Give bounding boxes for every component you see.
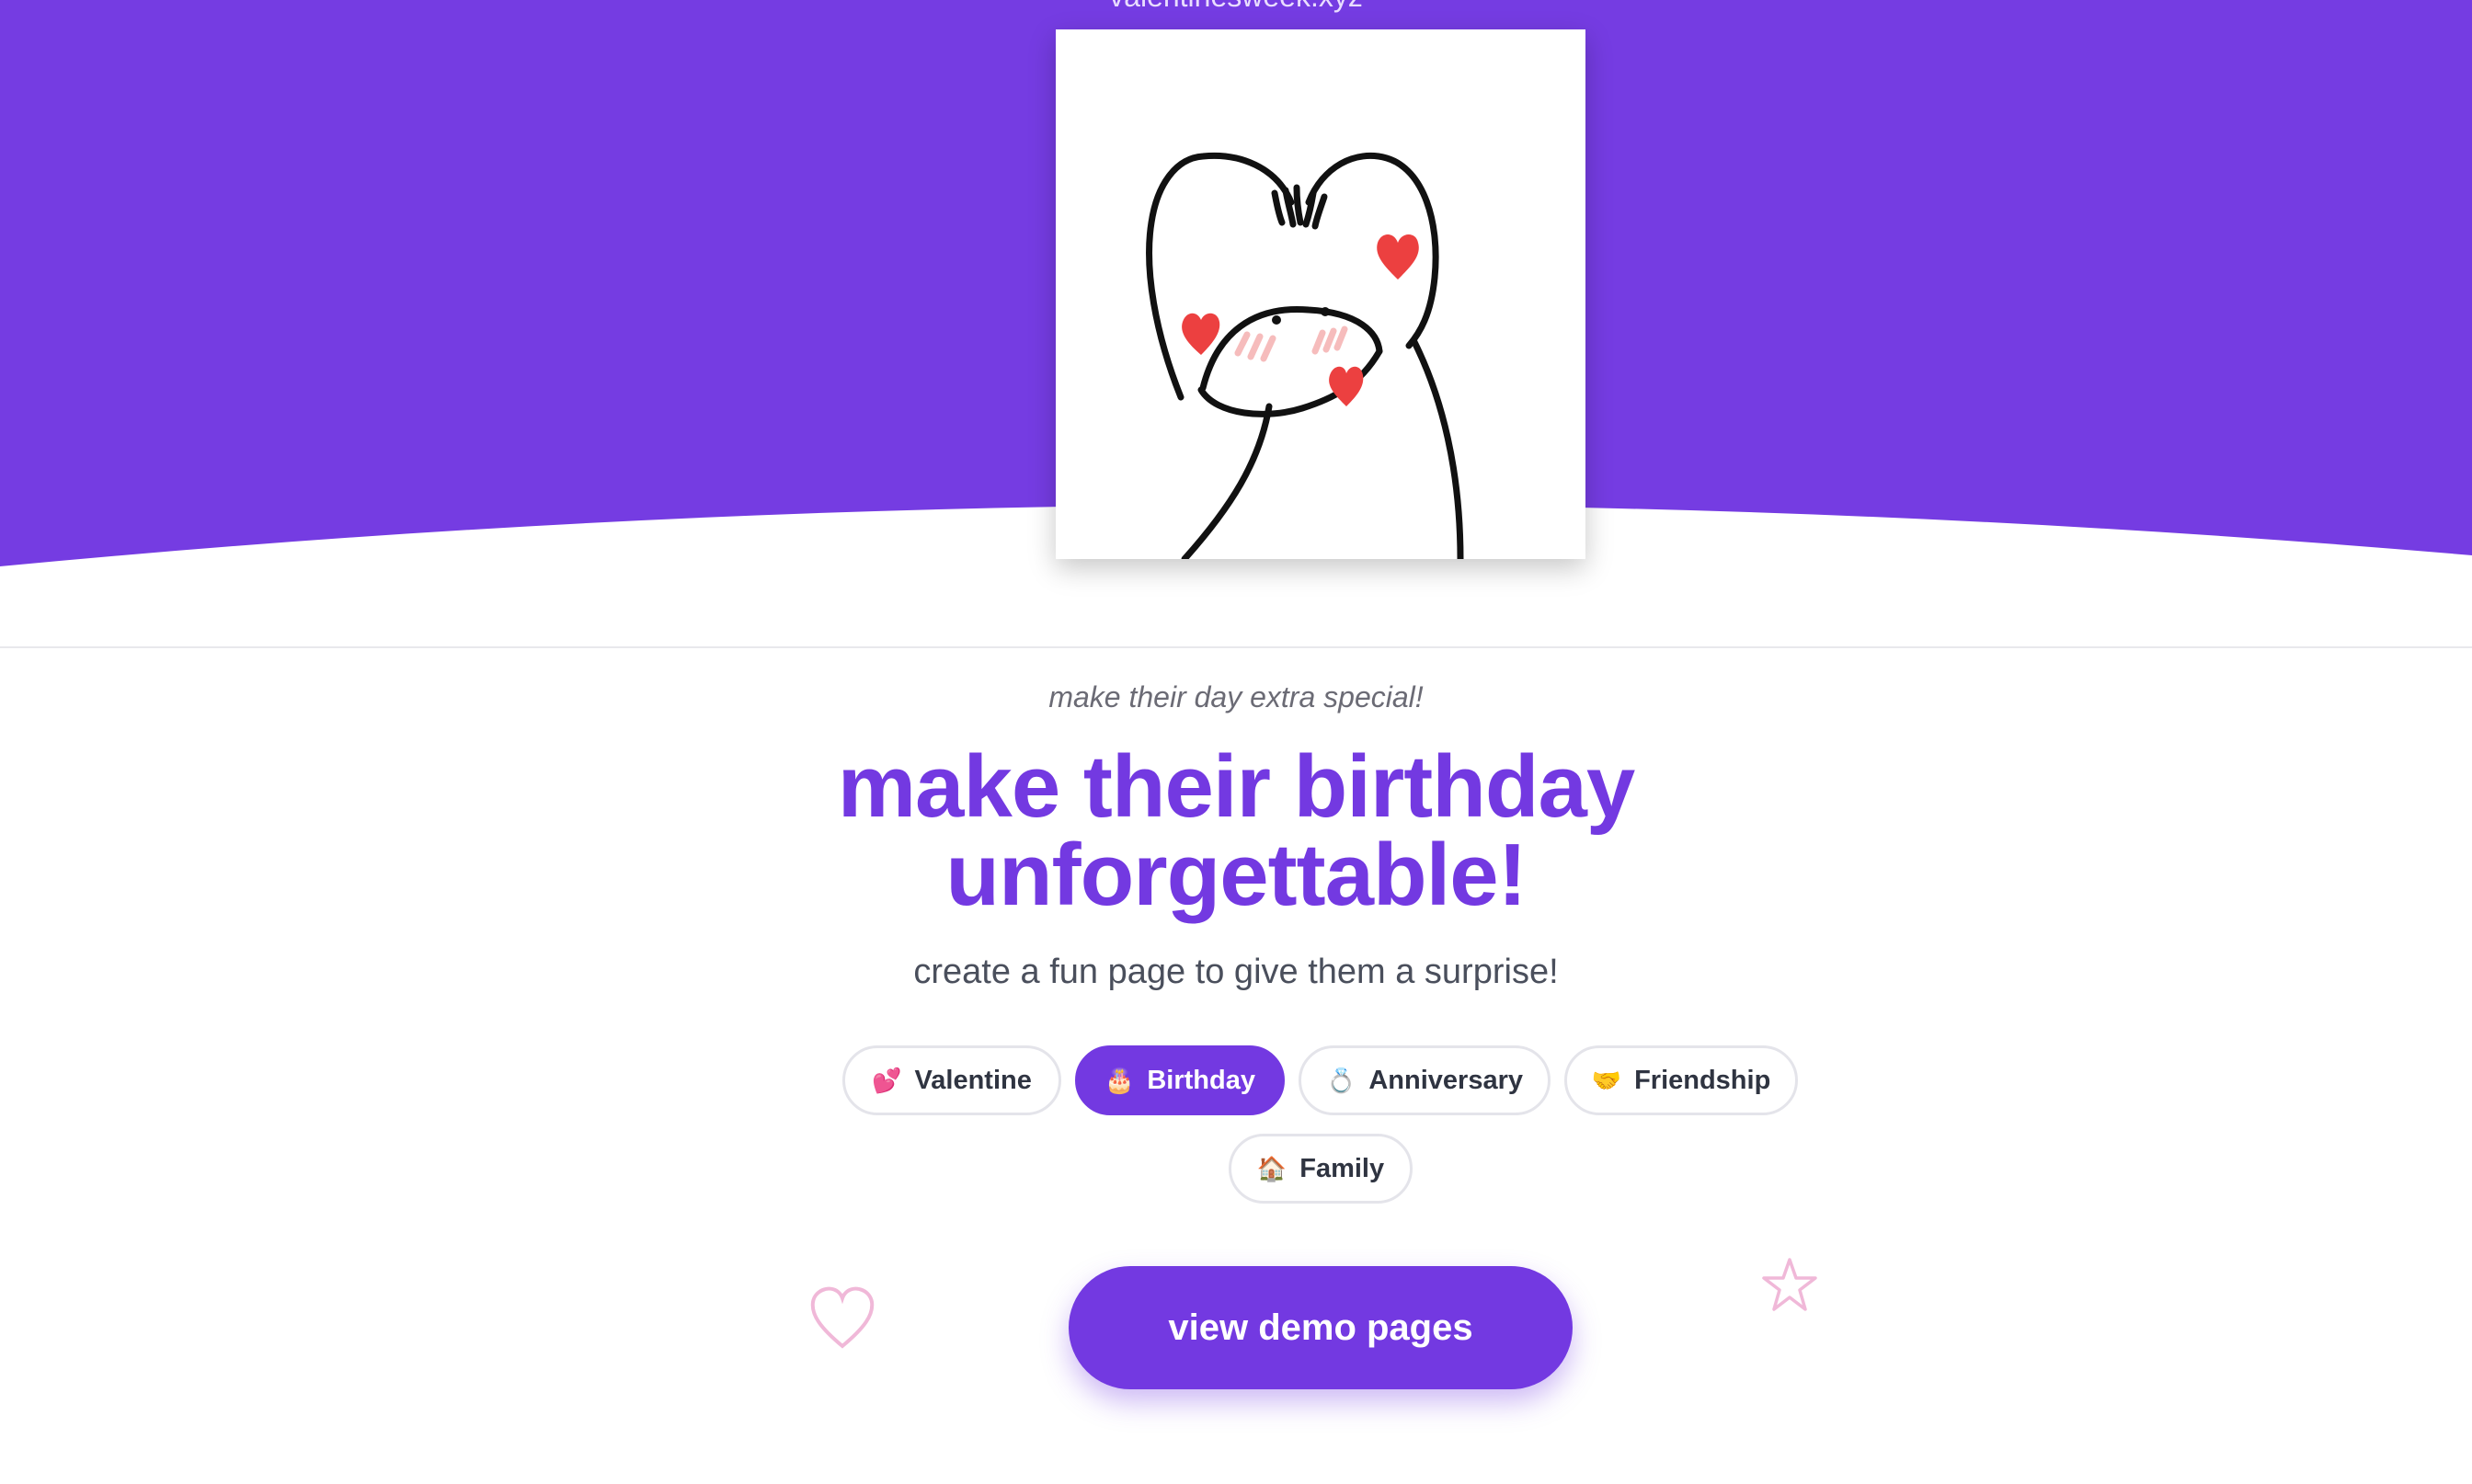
section-divider — [0, 646, 2472, 648]
heart-outline-icon — [810, 1286, 875, 1349]
occasion-pill-family[interactable]: 🏠 Family — [1229, 1134, 1413, 1204]
handshake-icon: 🤝 — [1591, 1066, 1622, 1094]
page-headline: make their birthday unforgettable! — [0, 743, 2472, 919]
two-hearts-icon: 💕 — [872, 1066, 902, 1094]
birthday-cake-icon: 🎂 — [1104, 1066, 1135, 1094]
occasion-label: Family — [1299, 1153, 1385, 1183]
site-domain: valentinesweek.xyz — [0, 0, 2472, 14]
tagline: make their day extra special! — [1048, 680, 1424, 713]
occasion-pill-friendship[interactable]: 🤝 Friendship — [1564, 1045, 1798, 1115]
occasion-label: Friendship — [1634, 1065, 1771, 1095]
occasion-pill-valentine[interactable]: 💕 Valentine — [842, 1045, 1061, 1115]
landing-page: valentinesweek.xyz — [0, 0, 2472, 1484]
headline-line-2: unforgettable! — [945, 826, 1527, 924]
view-demo-pages-button[interactable]: view demo pages — [1069, 1266, 1573, 1389]
house-icon: 🏠 — [1256, 1154, 1288, 1182]
star-outline-icon — [1762, 1258, 1817, 1311]
subheadline: create a fun page to give them a surpris… — [913, 953, 1559, 991]
ring-icon: 💍 — [1325, 1066, 1356, 1094]
occasion-label: Birthday — [1147, 1065, 1255, 1095]
occasion-pill-birthday[interactable]: 🎂 Birthday — [1075, 1045, 1285, 1115]
headline-line-1: make their birthday — [837, 737, 1636, 836]
hero-illustration — [1056, 29, 1585, 559]
occasion-label: Valentine — [914, 1065, 1032, 1095]
occasion-label: Anniversary — [1368, 1065, 1524, 1095]
occasion-pill-anniversary[interactable]: 💍 Anniversary — [1299, 1045, 1551, 1115]
